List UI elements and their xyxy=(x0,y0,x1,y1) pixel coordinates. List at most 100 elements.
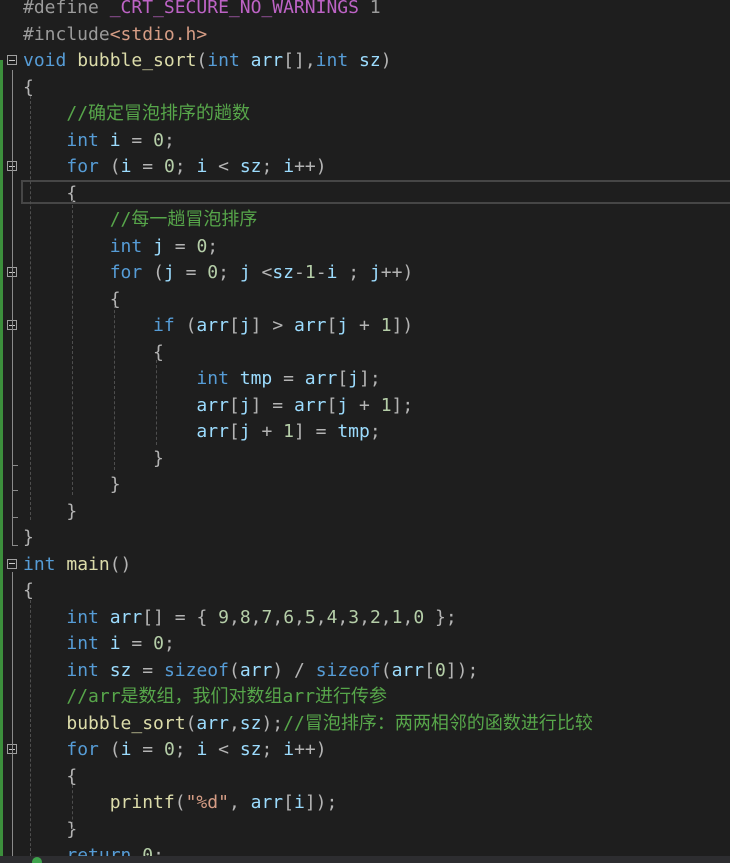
code-text: printf("%d", arr[i]); xyxy=(23,790,338,817)
code-token: ; xyxy=(163,633,175,654)
fold-toggle-icon[interactable] xyxy=(7,55,17,65)
code-token: ( xyxy=(174,792,186,813)
code-token: ( xyxy=(109,156,121,177)
code-text: //每一趟冒泡排序 xyxy=(23,207,258,234)
code-token: = xyxy=(142,739,154,760)
code-token: sz xyxy=(272,262,295,283)
code-line[interactable]: //确定冒泡排序的趟数 xyxy=(0,101,730,128)
code-token: void xyxy=(23,50,67,71)
code-token: 1 xyxy=(380,394,392,416)
code-line[interactable]: printf("%d", arr[i]); xyxy=(0,790,730,817)
code-line[interactable]: { xyxy=(0,287,730,314)
code-line[interactable]: arr[j + 1] = tmp; xyxy=(0,419,730,446)
code-line[interactable]: int arr[] = { 9,8,7,6,5,4,3,2,1,0 }; xyxy=(0,605,730,632)
code-token: = xyxy=(131,633,143,654)
code-token: sz xyxy=(109,659,132,681)
code-line[interactable]: { xyxy=(0,578,730,605)
code-token: ++) xyxy=(294,739,327,760)
code-line[interactable]: //arr是数组，我们对数组arr进行传参 xyxy=(0,684,730,711)
code-token: < xyxy=(218,739,229,760)
fold-toggle-icon[interactable] xyxy=(7,558,17,569)
code-token: i xyxy=(120,739,132,760)
code-line[interactable]: if (arr[j] > arr[j + 1]) xyxy=(0,313,730,340)
code-token: , xyxy=(402,606,414,628)
code-token: ( xyxy=(109,739,121,760)
code-token: //冒泡排序：两两相邻的函数进行比较 xyxy=(283,712,593,734)
code-token: for xyxy=(66,739,99,760)
code-line[interactable]: #include<stdio.h> xyxy=(0,22,730,49)
code-line[interactable]: } xyxy=(0,525,730,552)
code-token: //每一趟冒泡排序 xyxy=(109,209,258,230)
code-line[interactable]: for (i = 0; i < sz; i++) xyxy=(0,737,730,764)
code-line[interactable]: } xyxy=(0,446,730,473)
code-line[interactable]: } xyxy=(0,499,730,526)
code-token: 0 xyxy=(207,262,219,283)
code-text: } xyxy=(23,817,77,844)
code-line[interactable]: int main() xyxy=(0,552,730,579)
code-token: { xyxy=(23,580,34,601)
code-token: i xyxy=(109,129,121,151)
code-token: ]) xyxy=(391,315,414,336)
code-line[interactable]: void bubble_sort(int arr[],int sz) xyxy=(0,48,730,75)
code-text: { xyxy=(23,75,34,102)
code-editor[interactable]: #define _CRT_SECURE_NO_WARNINGS 1 #includ… xyxy=(0,0,730,863)
code-line[interactable]: { xyxy=(0,181,730,208)
code-line[interactable]: } xyxy=(0,817,730,844)
code-line[interactable]: //每一趟冒泡排序 xyxy=(0,207,730,234)
code-line[interactable]: #define _CRT_SECURE_NO_WARNINGS 1 xyxy=(0,0,730,22)
code-line[interactable]: for (j = 0; j <sz-1-i ; j++) xyxy=(0,260,730,287)
code-line[interactable]: bubble_sort(arr,sz);//冒泡排序：两两相邻的函数进行比较 xyxy=(0,711,730,738)
code-token: #include xyxy=(23,23,110,45)
code-token: , xyxy=(380,606,392,628)
code-line[interactable]: arr[j] = arr[j + 1]; xyxy=(0,393,730,420)
code-line[interactable]: { xyxy=(0,764,730,791)
code-line[interactable]: { xyxy=(0,75,730,102)
code-line[interactable]: int i = 0; xyxy=(0,631,730,658)
code-token: int xyxy=(66,659,99,681)
code-token: i xyxy=(196,156,208,177)
code-token: j xyxy=(239,421,251,442)
code-line[interactable]: int tmp = arr[j]; xyxy=(0,366,730,393)
code-line[interactable]: for (i = 0; i < sz; i++) xyxy=(0,154,730,181)
fold-guide-line xyxy=(12,572,13,856)
code-token: [ xyxy=(228,394,240,416)
code-token: { xyxy=(196,606,208,628)
code-text: for (j = 0; j <sz-1-i ; j++) xyxy=(23,260,414,287)
code-text: } xyxy=(23,499,77,526)
code-token: 1 xyxy=(391,606,403,628)
code-token: tmp xyxy=(239,368,273,389)
fold-guide-end xyxy=(12,465,18,466)
code-line[interactable]: int i = 0; xyxy=(0,128,730,155)
code-token: arr xyxy=(109,606,143,628)
indent-guide xyxy=(30,600,31,856)
code-line[interactable]: int j = 0; xyxy=(0,234,730,261)
code-line[interactable]: int sz = sizeof(arr) / sizeof(arr[0]); xyxy=(0,658,730,685)
code-token: <stdio.h> xyxy=(109,23,208,45)
code-token: , xyxy=(250,606,262,628)
code-line[interactable]: { xyxy=(0,340,730,367)
code-token: [ xyxy=(228,315,240,336)
code-line[interactable]: } xyxy=(0,472,730,499)
code-token: ; xyxy=(174,739,186,760)
